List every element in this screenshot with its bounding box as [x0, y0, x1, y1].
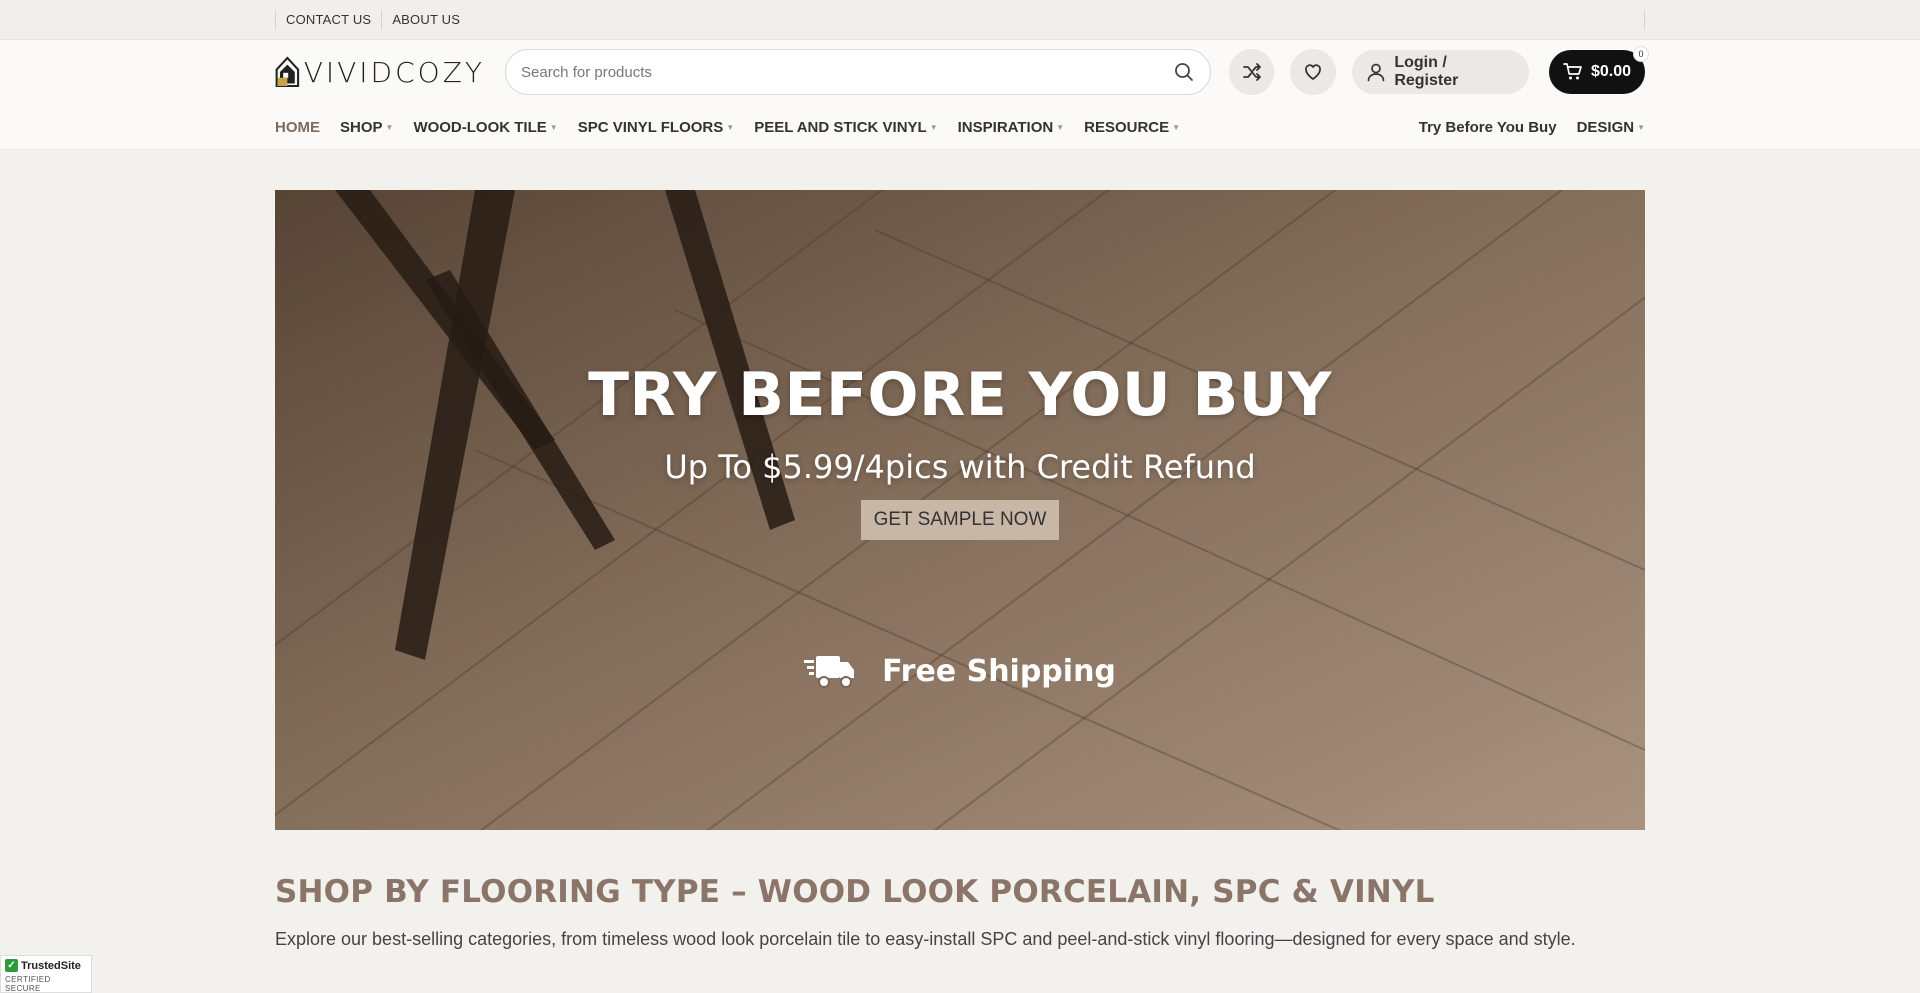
- nav-try-before-you-buy-label: Try Before You Buy: [1418, 118, 1557, 136]
- logo-text: VIVIDCOZY: [303, 55, 485, 89]
- trustedsite-name: TrustedSite: [21, 959, 81, 972]
- shuffle-icon: [1242, 63, 1261, 81]
- logo-mark-icon: [275, 56, 300, 88]
- nav-try-before-you-buy[interactable]: Try Before You Buy: [1419, 119, 1557, 136]
- free-shipping: Free Shipping: [275, 650, 1645, 692]
- section-title: SHOP BY FLOORING TYPE – WOOD LOOK PORCEL…: [275, 874, 1435, 910]
- logo[interactable]: VIVIDCOZY: [275, 53, 485, 91]
- check-icon: ✓: [5, 959, 18, 972]
- top-bar: CONTACT US ABOUT US: [0, 0, 1920, 40]
- chevron-down-icon: ▼: [929, 122, 938, 132]
- login-register-button[interactable]: Login / Register: [1352, 50, 1529, 94]
- hero-title: TRY BEFORE YOU BUY: [588, 360, 1332, 430]
- cart-total: $0.00: [1590, 63, 1632, 80]
- hero-content: TRY BEFORE YOU BUY Up To $5.99/4pics wit…: [275, 360, 1645, 540]
- nav-inspiration-label: INSPIRATION: [957, 118, 1054, 136]
- nav-design-label: DESIGN: [1576, 118, 1635, 136]
- get-sample-now-button[interactable]: GET SAMPLE NOW: [860, 500, 1060, 540]
- nav-home-label: HOME: [275, 118, 320, 136]
- login-label: Login / Register: [1394, 54, 1459, 89]
- about-us-link[interactable]: ABOUT US: [381, 10, 470, 30]
- nav-inspiration[interactable]: INSPIRATION ▼: [958, 119, 1064, 136]
- header: VIVIDCOZY Login / Register: [0, 40, 1920, 104]
- delivery-truck-icon: [804, 656, 855, 688]
- trustedsite-badge[interactable]: ✓ TrustedSite CERTIFIED SECURE: [0, 955, 92, 993]
- chevron-down-icon: ▼: [1637, 122, 1645, 132]
- nav-shop[interactable]: SHOP ▼: [340, 119, 393, 136]
- main-nav: HOME SHOP ▼ WOOD-LOOK TILE ▼ SPC VINYL F…: [0, 104, 1920, 150]
- nav-resource[interactable]: RESOURCE ▼: [1084, 119, 1180, 136]
- nav-peel-and-stick-vinyl-label: PEEL AND STICK VINYL: [754, 118, 927, 136]
- trustedsite-caption: CERTIFIED SECURE: [5, 975, 51, 993]
- cart-count-badge: 0: [1633, 46, 1650, 62]
- nav-design[interactable]: DESIGN ▼: [1577, 119, 1645, 136]
- cart-button[interactable]: $0.00 0: [1548, 46, 1650, 94]
- wishlist-button[interactable]: [1290, 49, 1337, 95]
- search-input[interactable]: [521, 63, 1172, 81]
- heart-icon: [1305, 64, 1322, 80]
- chevron-down-icon: ▼: [1056, 122, 1065, 132]
- free-shipping-text: Free Shipping: [882, 653, 1116, 689]
- compare-button[interactable]: [1228, 49, 1275, 95]
- cart-icon: [1563, 63, 1582, 80]
- hero-banner[interactable]: TRY BEFORE YOU BUY Up To $5.99/4pics wit…: [275, 190, 1645, 830]
- nav-shop-label: SHOP: [340, 118, 383, 136]
- chevron-down-icon: ▼: [726, 122, 735, 132]
- topbar-divider: [1644, 10, 1645, 30]
- chevron-down-icon: ▼: [385, 122, 394, 132]
- nav-wood-look-tile[interactable]: WOOD-LOOK TILE ▼: [413, 119, 557, 136]
- nav-spc-vinyl-floors-label: SPC VINYL FLOORS: [577, 118, 724, 136]
- user-icon: [1368, 63, 1385, 82]
- chevron-down-icon: ▼: [549, 122, 558, 132]
- nav-right: Try Before You Buy DESIGN ▼: [1419, 119, 1645, 136]
- nav-home[interactable]: HOME: [275, 119, 320, 136]
- hero-subtitle: Up To $5.99/4pics with Credit Refund: [664, 448, 1256, 486]
- nav-spc-vinyl-floors[interactable]: SPC VINYL FLOORS ▼: [578, 119, 735, 136]
- nav-peel-and-stick-vinyl[interactable]: PEEL AND STICK VINYL ▼: [754, 119, 937, 136]
- contact-us-link[interactable]: CONTACT US: [275, 10, 381, 30]
- section-description: Explore our best-selling categories, fro…: [275, 929, 1576, 949]
- search-icon[interactable]: [1172, 60, 1196, 84]
- chevron-down-icon: ▼: [1172, 122, 1181, 132]
- search-bar: [505, 49, 1211, 95]
- nav-wood-look-tile-label: WOOD-LOOK TILE: [413, 118, 547, 136]
- nav-resource-label: RESOURCE: [1084, 118, 1170, 136]
